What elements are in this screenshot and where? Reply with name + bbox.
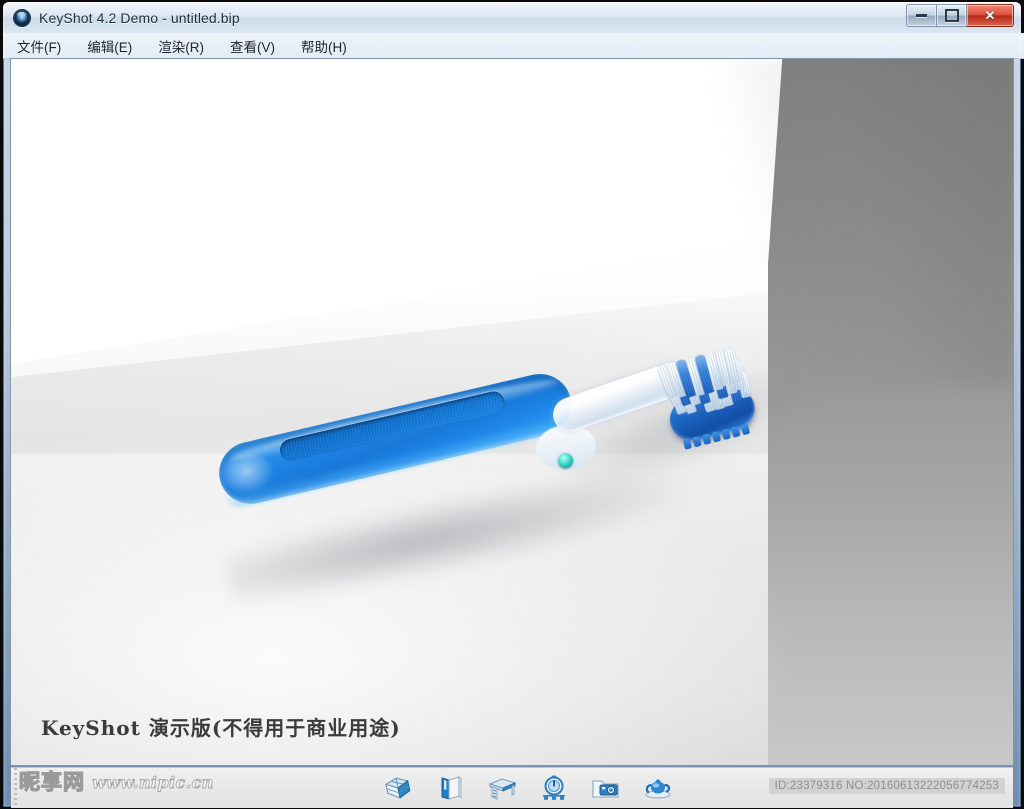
minimize-button[interactable] (906, 4, 937, 27)
bristle-foot (731, 426, 740, 437)
title-bar[interactable]: KeyShot 4.2 Demo - untitled.bip ✕ (3, 2, 1021, 33)
toothbrush-head (648, 337, 763, 449)
demo-watermark: KeyShot 演示版(不得用于商业用途) (41, 712, 401, 741)
maximize-button[interactable] (937, 4, 967, 27)
menu-view[interactable]: 查看(V) (228, 34, 277, 58)
render-camera-icon[interactable] (591, 773, 621, 803)
menu-file[interactable]: 文件(F) (15, 34, 63, 58)
bristle-foot (721, 429, 730, 440)
menu-render[interactable]: 渲染(R) (156, 34, 206, 58)
menu-edit[interactable]: 编辑(E) (85, 34, 134, 58)
title-bar-left: KeyShot 4.2 Demo - untitled.bip (14, 2, 240, 33)
window-controls[interactable]: ✕ (906, 4, 1014, 26)
nipic-url-text: www.nipic.cn (92, 773, 214, 792)
keyshot-window-screenshot: KeyShot 4.2 Demo - untitled.bip ✕ 文件(F) … (0, 0, 1024, 809)
bristle-foot (712, 431, 721, 442)
id-watermark-badge: ID:23379316 NO:20160613222056774253 (769, 778, 1005, 794)
handle-accent-button (558, 453, 573, 468)
bottom-toolbar[interactable] (383, 771, 673, 805)
keyshot-app-icon (14, 10, 30, 26)
library-book-icon[interactable] (435, 773, 465, 803)
status-bar: 昵享网 www.nipic.cn (11, 767, 1013, 808)
menu-bar: 文件(F) 编辑(E) 渲染(R) 查看(V) 帮助(H) (3, 33, 1024, 59)
close-icon: ✕ (985, 9, 996, 22)
render-viewport[interactable]: KeyShot 演示版(不得用于商业用途) (11, 59, 1013, 765)
close-button[interactable]: ✕ (967, 4, 1014, 27)
animation-timer-icon[interactable] (539, 773, 569, 803)
minimize-icon (916, 14, 927, 17)
bristle-foot (683, 438, 692, 449)
watermark-dotted-edge (14, 768, 17, 808)
bristle-foot (741, 424, 750, 435)
maximize-icon (945, 9, 959, 22)
material-library-icon[interactable] (383, 773, 413, 803)
bristle-foot (702, 434, 711, 445)
window-frame: KeyShot 4.2 Demo - untitled.bip ✕ 文件(F) … (3, 2, 1021, 807)
toothbrush-model (206, 329, 776, 599)
nipic-logo-text: 昵享网 (19, 772, 85, 793)
nipic-watermark: 昵享网 www.nipic.cn (19, 772, 214, 793)
window-title: KeyShot 4.2 Demo - untitled.bip (39, 10, 240, 26)
project-desk-icon[interactable] (487, 773, 517, 803)
menu-help[interactable]: 帮助(H) (299, 34, 349, 58)
scene-teapot-icon[interactable] (643, 773, 673, 803)
bristle-foot (692, 436, 701, 447)
